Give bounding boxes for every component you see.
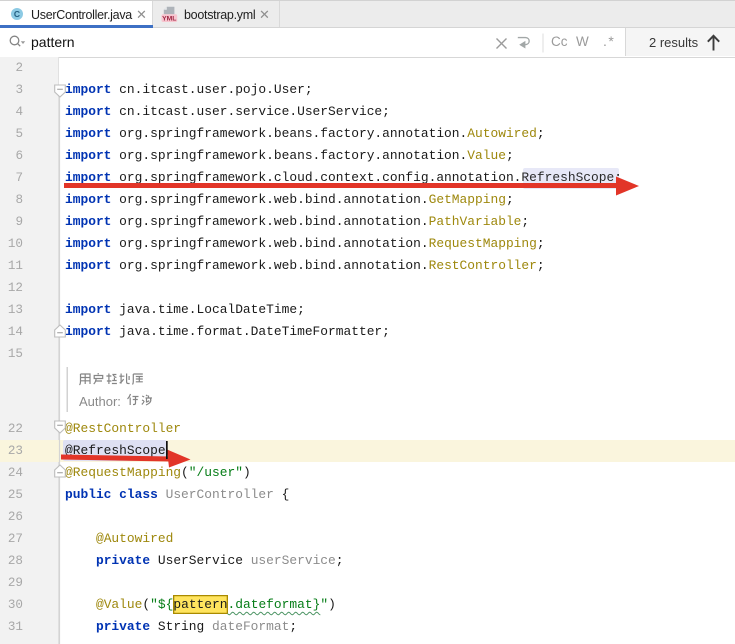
svg-text:YML: YML xyxy=(162,15,176,22)
